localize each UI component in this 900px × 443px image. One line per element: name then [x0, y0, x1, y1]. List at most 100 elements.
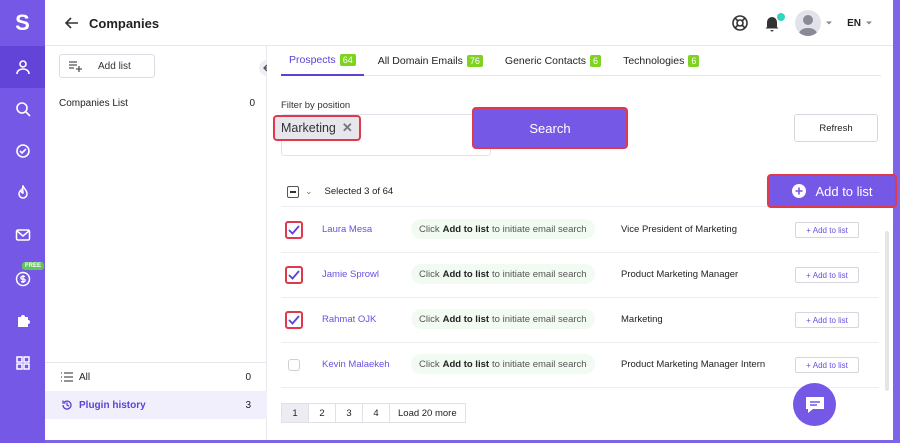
left-nav: S FREE	[0, 0, 45, 443]
prospect-position: Vice President of Marketing	[621, 224, 737, 235]
tab-count-badge: 76	[466, 55, 483, 67]
sidebar-item-all[interactable]: All 0	[45, 363, 267, 391]
table-row: Rahmat OJK Click Add to list to initiate e…	[281, 298, 879, 343]
tab-count-badge: 6	[688, 55, 700, 67]
row-add-to-list-button[interactable]: + Add to list	[795, 267, 859, 283]
checkmark-icon	[288, 225, 300, 235]
back-arrow-icon[interactable]	[63, 14, 81, 32]
notifications-button[interactable]	[763, 13, 786, 32]
sidebar-item-label: All	[79, 371, 91, 383]
mail-icon	[15, 229, 30, 241]
sidebar-item-plugin-history[interactable]: Plugin history 3	[45, 391, 267, 419]
page-button[interactable]: 4	[362, 403, 390, 423]
table-row: Laura Mesa Click Add to list to initiate e…	[281, 208, 879, 253]
sidebar-item-count: 0	[245, 372, 251, 383]
hint-text: to initiate email search	[492, 223, 587, 235]
filter-label: Filter by position	[281, 100, 351, 111]
hint-text: Click	[419, 223, 440, 235]
prospect-name[interactable]: Kevin Malaekeh	[322, 359, 390, 370]
row-checkbox[interactable]	[288, 359, 300, 371]
email-hint: Click Add to list to initiate email search	[411, 219, 595, 239]
prospect-name[interactable]: Rahmat OJK	[322, 314, 376, 325]
row-add-to-list-button[interactable]: + Add to list	[795, 312, 859, 328]
hint-text: to initiate email search	[492, 313, 587, 325]
plus-icon: +	[806, 270, 811, 280]
chevron-down-icon	[866, 21, 872, 25]
checkmark-icon	[288, 270, 300, 280]
hint-text: to initiate email search	[492, 268, 587, 280]
page-button[interactable]: 1	[281, 403, 309, 423]
top-bar: Companies EN	[45, 0, 893, 46]
chevron-down-icon[interactable]	[825, 19, 833, 27]
hint-bold: Add to list	[442, 358, 490, 370]
row-add-label: Add to list	[812, 225, 848, 235]
language-selector[interactable]: EN	[847, 18, 873, 29]
row-add-label: Add to list	[812, 270, 848, 280]
row-add-to-list-button[interactable]: + Add to list	[795, 357, 859, 373]
scrollbar[interactable]	[885, 231, 889, 391]
position-chip[interactable]: Marketing ✕	[273, 115, 361, 141]
load-more-button[interactable]: Load 20 more	[389, 403, 466, 423]
companies-list-label: Companies List	[59, 98, 128, 109]
pagination: 1 2 3 4 Load 20 more	[281, 403, 466, 423]
chat-icon	[805, 396, 824, 413]
hint-text: Click	[419, 313, 440, 325]
nav-integrations[interactable]	[0, 300, 45, 342]
close-icon[interactable]: ✕	[342, 120, 353, 136]
history-icon	[62, 400, 72, 410]
add-to-list-button[interactable]: Add to list	[767, 174, 897, 208]
prospect-name[interactable]: Jamie Sprowl	[322, 269, 379, 280]
sidebar-item-label: Plugin history	[79, 399, 146, 411]
avatar-person-icon	[798, 15, 819, 36]
selected-count: Selected 3 of 64	[324, 186, 394, 197]
row-checkbox[interactable]	[285, 221, 303, 239]
email-hint: Click Add to list to initiate email search	[411, 264, 595, 284]
select-all-checkbox[interactable]	[287, 185, 299, 198]
prospects-table: Laura Mesa Click Add to list to initiate e…	[281, 208, 879, 388]
row-add-label: Add to list	[812, 360, 848, 370]
chat-button[interactable]	[793, 383, 836, 426]
companies-list-item[interactable]: Companies List 0	[59, 98, 255, 109]
user-icon	[15, 60, 30, 75]
tab-prospects[interactable]: Prospects 64	[281, 46, 364, 76]
nav-search[interactable]	[0, 88, 45, 130]
nav-profile[interactable]	[0, 46, 45, 88]
nav-verify[interactable]	[0, 130, 45, 172]
nav-mail[interactable]	[0, 214, 45, 256]
fire-icon	[17, 185, 28, 199]
nav-pricing[interactable]	[0, 258, 45, 300]
prospect-position: Marketing	[621, 314, 663, 325]
refresh-button[interactable]: Refresh	[794, 114, 878, 142]
main-content: Prospects 64 All Domain Emails 76 Generi…	[267, 46, 897, 440]
nav-fire[interactable]	[0, 172, 45, 214]
nav-dashboard[interactable]	[0, 342, 45, 384]
tab-bar: Prospects 64 All Domain Emails 76 Generi…	[281, 46, 881, 76]
prospect-name[interactable]: Laura Mesa	[322, 224, 372, 235]
hint-text: to initiate email search	[492, 358, 587, 370]
chevron-down-icon[interactable]: ⌄	[305, 186, 313, 197]
page-button[interactable]: 2	[308, 403, 336, 423]
app-logo[interactable]: S	[0, 0, 45, 46]
row-checkbox[interactable]	[285, 266, 303, 284]
support-icon[interactable]	[731, 14, 749, 32]
companies-list-count: 0	[249, 98, 255, 109]
add-list-button[interactable]: Add list	[59, 54, 155, 78]
plus-icon: +	[806, 225, 811, 235]
avatar[interactable]	[795, 10, 822, 36]
lists-sidebar: Add list Companies List 0 All 0 Plugin h…	[45, 46, 275, 440]
check-circle-icon	[15, 144, 30, 158]
sidebar-bottom: All 0 Plugin history 3	[45, 362, 267, 419]
puzzle-icon	[17, 315, 30, 327]
add-list-label: Add list	[98, 60, 131, 72]
row-checkbox[interactable]	[285, 311, 303, 329]
tab-label: Prospects	[289, 54, 336, 66]
tab-generic-contacts[interactable]: Generic Contacts 6	[497, 46, 609, 76]
table-row: Kevin Malaekeh Click Add to list to initia…	[281, 343, 879, 388]
row-add-to-list-button[interactable]: + Add to list	[795, 222, 859, 238]
tab-technologies[interactable]: Technologies 6	[615, 46, 707, 76]
page-button[interactable]: 3	[335, 403, 363, 423]
app-window: Companies EN Add list Companies List 0 A…	[45, 0, 897, 440]
tab-all-domain-emails[interactable]: All Domain Emails 76	[370, 46, 491, 76]
search-icon	[15, 102, 31, 117]
search-button[interactable]: Search	[472, 107, 628, 149]
